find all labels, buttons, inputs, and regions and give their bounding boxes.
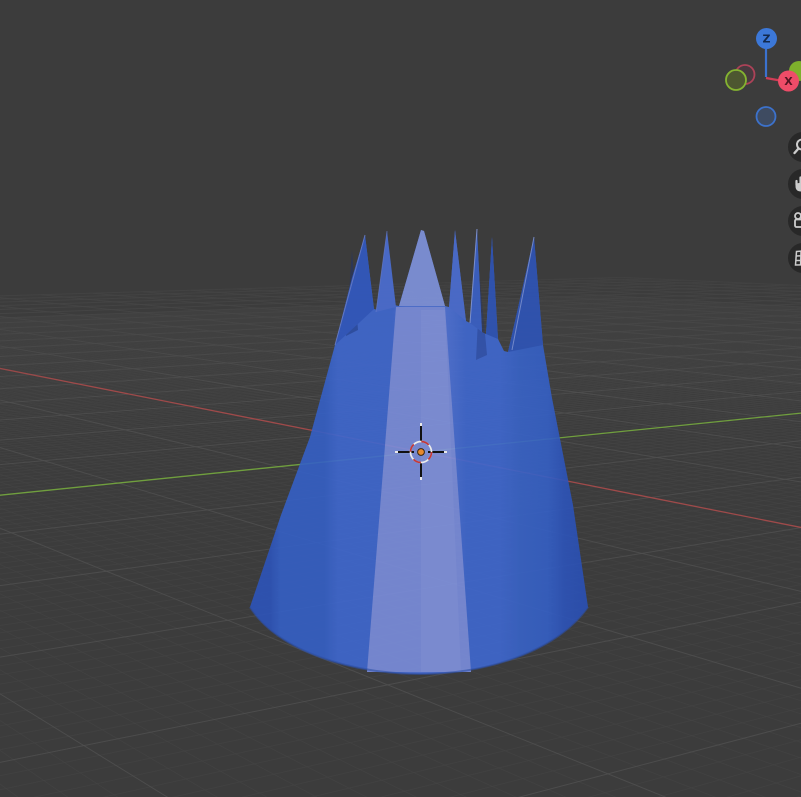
perspective-toggle-button[interactable] (788, 243, 801, 273)
zoom-button[interactable] (788, 132, 801, 162)
gizmo-axis-z-negative[interactable] (755, 106, 777, 127)
hand-icon (795, 176, 801, 192)
origin-dot (417, 448, 425, 456)
magnifier-icon (793, 138, 801, 155)
camera-view-button[interactable] (788, 206, 801, 236)
grid-perspective-icon (794, 250, 801, 266)
gizmo-x-label: X (784, 75, 793, 88)
move-button[interactable] (788, 169, 801, 199)
gizmo-axis-y-negative[interactable] (725, 69, 747, 91)
camera-icon (794, 212, 801, 228)
gizmo-z-label: Z (763, 33, 771, 46)
blender-3d-viewport[interactable]: X Z (0, 0, 801, 797)
viewport-canvas[interactable] (0, 0, 801, 797)
